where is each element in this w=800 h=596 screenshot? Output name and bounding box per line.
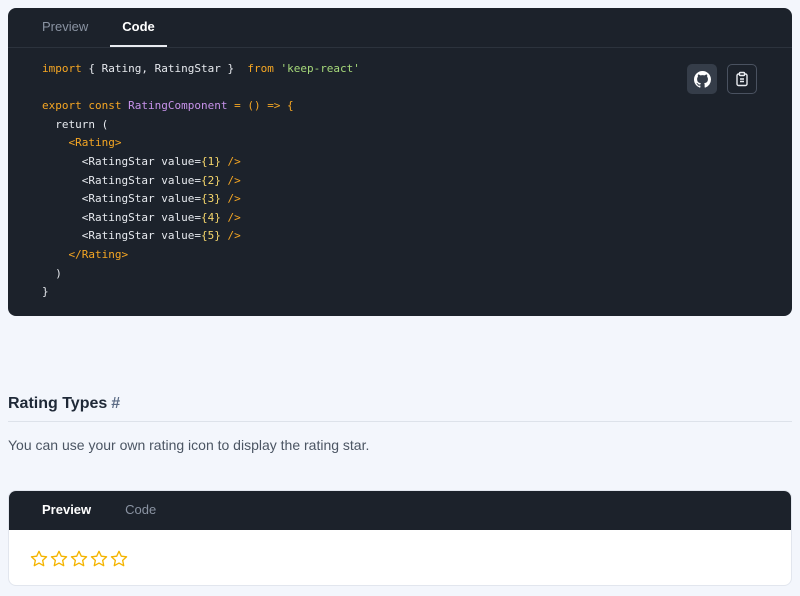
github-icon xyxy=(693,70,711,88)
code-star-tag: <RatingStar xyxy=(81,229,155,243)
code-star-end: /> xyxy=(220,173,241,187)
code-arrow: = () => { xyxy=(227,99,294,113)
code-star-attr: value= xyxy=(154,229,201,243)
code-import-keyword: import xyxy=(42,62,82,75)
code-star-attr: value= xyxy=(154,210,201,224)
code-return: return ( xyxy=(42,117,109,131)
star-icon[interactable] xyxy=(89,549,109,569)
code-star-tag: <RatingStar xyxy=(81,154,155,168)
tab-bar: Preview Code xyxy=(9,491,791,530)
tab-preview[interactable]: Preview xyxy=(30,491,103,530)
code-star-tag: <RatingStar xyxy=(81,192,155,206)
code-star-end: /> xyxy=(220,192,241,206)
tab-code[interactable]: Code xyxy=(113,491,168,530)
rating-stars xyxy=(29,549,129,569)
section-divider xyxy=(8,421,792,422)
code-star-value: {5} xyxy=(200,229,221,243)
code-return-close: ) xyxy=(42,266,62,280)
star-icon[interactable] xyxy=(29,549,49,569)
code-star-tag: <RatingStar xyxy=(81,173,155,187)
code-rating-open: <Rating> xyxy=(68,136,122,150)
anchor-link[interactable]: # xyxy=(111,395,120,412)
section-description: You can use your own rating icon to disp… xyxy=(8,437,370,453)
code-star-end: /> xyxy=(220,154,241,168)
clipboard-icon xyxy=(736,71,748,87)
code-example-panel: Preview Code import { Rating, RatingStar… xyxy=(8,8,792,316)
preview-panel: Preview Code xyxy=(8,490,792,586)
code-rating-close: </Rating> xyxy=(68,247,129,261)
code-star-value: {4} xyxy=(200,210,221,224)
section-title-text: Rating Types xyxy=(8,395,108,412)
github-button[interactable] xyxy=(687,64,717,94)
code-export-keyword: export const xyxy=(42,99,122,113)
code-fn-close: } xyxy=(42,285,49,299)
code-star-attr: value= xyxy=(154,154,201,168)
copy-button[interactable] xyxy=(727,64,757,94)
code-from-keyword: from xyxy=(247,62,274,75)
star-icon[interactable] xyxy=(109,549,129,569)
code-star-end: /> xyxy=(220,229,241,243)
tab-code[interactable]: Code xyxy=(110,8,167,47)
star-icon[interactable] xyxy=(49,549,69,569)
code-star-value: {2} xyxy=(200,173,221,187)
code-star-value: {1} xyxy=(200,154,221,168)
tab-preview[interactable]: Preview xyxy=(30,8,100,47)
code-star-value: {3} xyxy=(200,192,221,206)
section-heading: Rating Types # xyxy=(8,395,120,413)
code-star-attr: value= xyxy=(154,192,201,206)
code-star-attr: value= xyxy=(154,173,201,187)
code-star-end: /> xyxy=(220,210,241,224)
code-module-string: 'keep-react' xyxy=(280,62,360,75)
star-icon[interactable] xyxy=(69,549,89,569)
code-import-names: { Rating, RatingStar } xyxy=(81,62,248,75)
code-star-tag: <RatingStar xyxy=(81,210,155,224)
tab-bar: Preview Code xyxy=(8,8,792,48)
code-component-name: RatingComponent xyxy=(128,99,228,113)
code-block: import { Rating, RatingStar } from 'keep… xyxy=(42,60,360,302)
